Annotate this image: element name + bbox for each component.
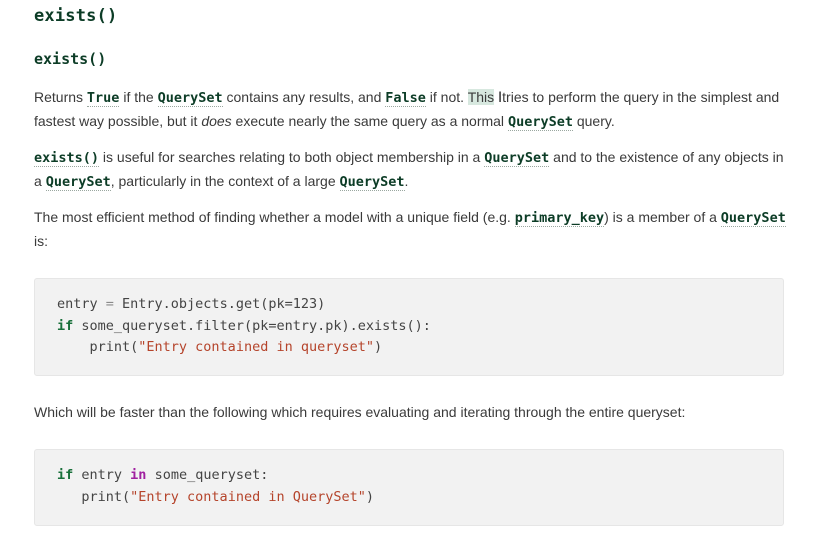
text: if the — [119, 89, 158, 105]
code-queryset-link[interactable]: QuerySet — [157, 90, 223, 107]
code-token: print( — [57, 339, 139, 355]
text: query. — [572, 113, 615, 129]
code-string: "Entry contained in queryset" — [138, 339, 374, 355]
code-token: ) — [373, 339, 383, 355]
code-keyword: if — [57, 467, 74, 483]
code-token: ) — [365, 488, 374, 505]
text: The most efficient method of finding whe… — [34, 209, 515, 225]
text: ) is a member of a — [604, 209, 721, 225]
text: contains any results, and — [222, 89, 386, 105]
text: Returns — [34, 89, 87, 105]
code-token: Entry.objects.get(pk=123) — [122, 296, 326, 312]
code-token: some_queryset.filter(pk=entry.pk).exists… — [73, 317, 431, 334]
text: , particularly in the context of a large — [110, 173, 340, 189]
code-primary-key-link[interactable]: primary_key — [514, 210, 605, 227]
code-string: "Entry contained in QuerySet" — [130, 488, 366, 505]
code-keyword: if — [57, 317, 74, 334]
emphasis: does — [201, 113, 232, 129]
code-queryset-link[interactable]: QuerySet — [720, 210, 786, 227]
code-exists-link[interactable]: exists() — [34, 150, 100, 167]
highlighted-text: This — [467, 89, 495, 105]
code-false-link[interactable]: False — [385, 90, 426, 107]
text: . — [404, 173, 409, 189]
paragraph-usefulness: exists() is useful for searches relating… — [34, 146, 794, 194]
code-listing: entry = Entry.objects.get(pk=123) if som… — [35, 279, 783, 359]
code-token: print( — [57, 488, 131, 505]
code-block-in: if entry in some_queryset: print("Entry … — [34, 449, 784, 526]
code-queryset-link[interactable]: QuerySet — [484, 150, 550, 167]
paragraph-returns: Returns True if the QuerySet contains an… — [34, 86, 794, 134]
paragraph-efficient: The most efficient method of finding whe… — [34, 206, 794, 253]
code-token: entry — [57, 296, 98, 312]
code-queryset-link[interactable]: QuerySet — [339, 174, 405, 191]
code-listing: if entry in some_queryset: print("Entry … — [35, 450, 783, 508]
code-token: some_queryset: — [146, 467, 269, 483]
code-operator: = — [97, 296, 123, 312]
documentation-page: exists() exists() Returns True if the Qu… — [0, 0, 814, 543]
code-true-link[interactable]: True — [86, 90, 120, 107]
text: is: — [34, 233, 48, 249]
code-queryset-link[interactable]: QuerySet — [507, 114, 573, 131]
code-keyword: in — [130, 467, 147, 483]
code-token: entry — [73, 467, 131, 483]
code-queryset-link[interactable]: QuerySet — [45, 174, 111, 191]
text: is useful for searches relating to both … — [99, 149, 485, 165]
paragraph-faster: Which will be faster than the following … — [34, 404, 686, 420]
method-signature: exists() — [34, 50, 107, 68]
section-heading: exists() — [34, 6, 118, 26]
code-block-exists: entry = Entry.objects.get(pk=123) if som… — [34, 278, 784, 376]
text: execute nearly the same query as a norma… — [231, 113, 508, 129]
text: if not. — [425, 89, 468, 105]
